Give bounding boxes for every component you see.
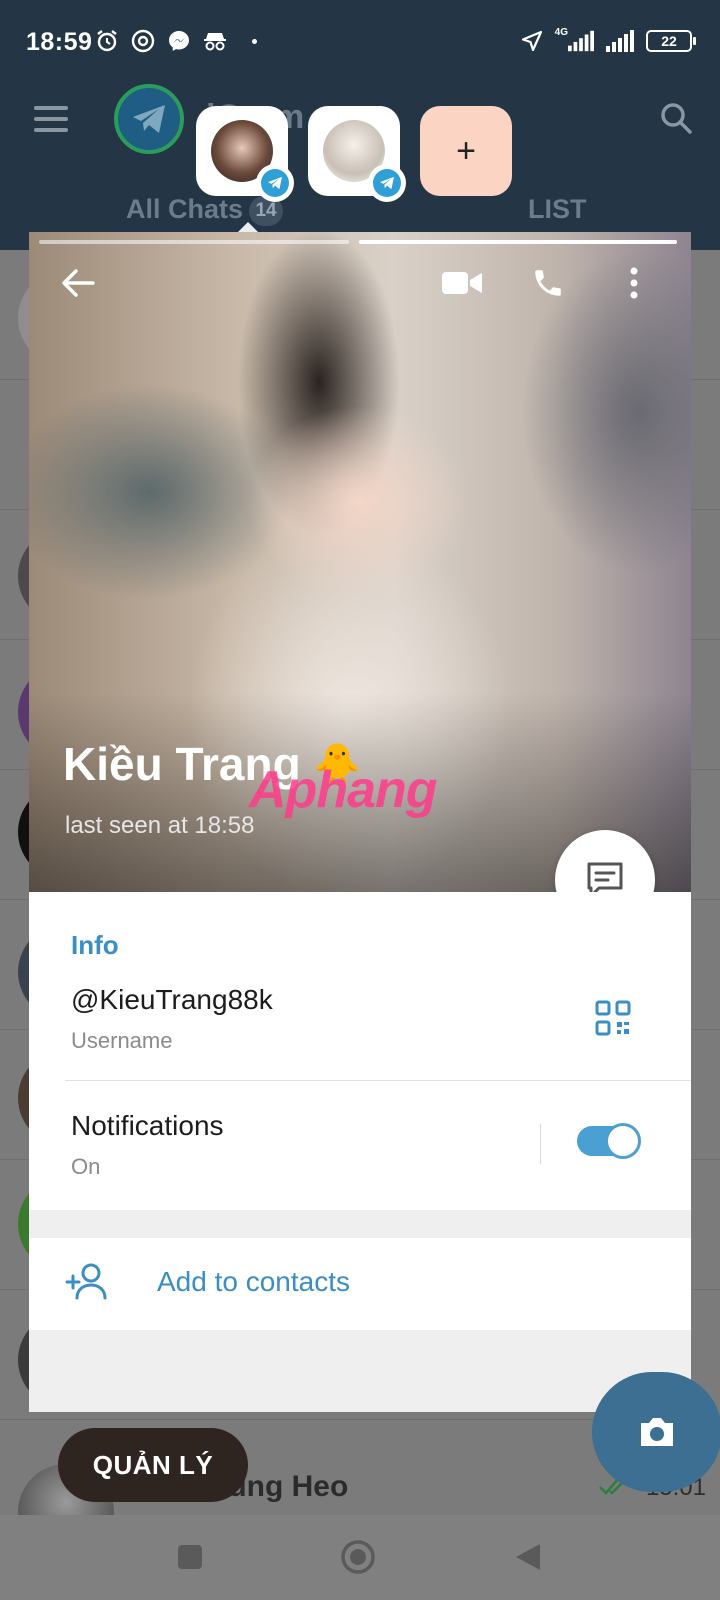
- last-seen-status: last seen at 18:58: [65, 812, 255, 839]
- search-icon[interactable]: [658, 100, 694, 141]
- add-to-contacts-row[interactable]: Add to contacts: [29, 1238, 691, 1330]
- call-button[interactable]: [521, 256, 575, 310]
- navigation-bar: [0, 1515, 720, 1600]
- battery-icon: 22: [646, 30, 696, 52]
- tab-all-chats-label: All Chats: [126, 194, 244, 224]
- more-options-button[interactable]: [607, 256, 661, 310]
- notifications-toggle[interactable]: [577, 1123, 641, 1159]
- add-story-button[interactable]: +: [420, 106, 512, 196]
- add-to-contacts-label: Add to contacts: [157, 1266, 351, 1297]
- video-call-button[interactable]: [435, 256, 489, 310]
- status-notification-icons: [94, 28, 257, 54]
- info-section: Info @KieuTrang88k Username Notification…: [29, 892, 691, 1210]
- more-notifications-dot: [252, 38, 257, 44]
- username-label: Username: [71, 1028, 173, 1053]
- qr-code-button[interactable]: [595, 1000, 631, 1041]
- back-nav-button[interactable]: [508, 1537, 548, 1577]
- divider: [540, 1124, 541, 1164]
- add-contact-icon: [65, 1262, 111, 1307]
- status-time: 18:59: [26, 28, 93, 56]
- signal-icon: [568, 28, 594, 54]
- story-progress-segment: [359, 240, 677, 244]
- tab-all-chats[interactable]: All Chats 14: [126, 194, 284, 226]
- story-progress-segment: [39, 240, 349, 244]
- messenger-icon: [166, 28, 192, 54]
- tab-list[interactable]: LIST: [528, 194, 587, 225]
- chrome-icon: [130, 28, 156, 54]
- menu-icon[interactable]: [34, 106, 68, 139]
- manage-button[interactable]: QUẢN LÝ: [58, 1428, 248, 1502]
- camera-button[interactable]: [592, 1372, 720, 1492]
- notifications-label: Notifications: [71, 1110, 224, 1141]
- home-button[interactable]: [338, 1537, 378, 1577]
- signal-icon-2: [604, 28, 636, 54]
- story-strip: +: [196, 106, 512, 202]
- toggle-knob: [605, 1123, 641, 1159]
- watermark: Aphang: [249, 761, 438, 819]
- story-pointer: [238, 222, 258, 232]
- location-icon: [519, 28, 545, 54]
- back-button[interactable]: [51, 256, 105, 310]
- status-bar: 18:59 4G 22: [0, 0, 720, 88]
- profile-photo[interactable]: Kiều Trang 🐥 Aphang last seen at 18:58: [29, 232, 691, 892]
- username-value[interactable]: @KieuTrang88k: [71, 984, 273, 1016]
- telegram-badge-icon: [368, 164, 406, 202]
- story-item[interactable]: [196, 106, 294, 202]
- divider: [65, 1080, 691, 1081]
- telegram-logo-icon: [114, 84, 184, 154]
- network-type: 4G: [554, 26, 568, 38]
- status-system-icons: 4G 22: [519, 26, 696, 54]
- notifications-value: On: [71, 1154, 101, 1179]
- telegram-badge-icon: [256, 164, 294, 202]
- alarm-icon: [94, 28, 120, 54]
- recent-apps-button[interactable]: [170, 1537, 210, 1577]
- story-item[interactable]: [308, 106, 406, 202]
- profile-card: Kiều Trang 🐥 Aphang last seen at 18:58 I…: [29, 232, 691, 1412]
- incognito-icon: [202, 28, 228, 54]
- info-title: Info: [71, 930, 119, 960]
